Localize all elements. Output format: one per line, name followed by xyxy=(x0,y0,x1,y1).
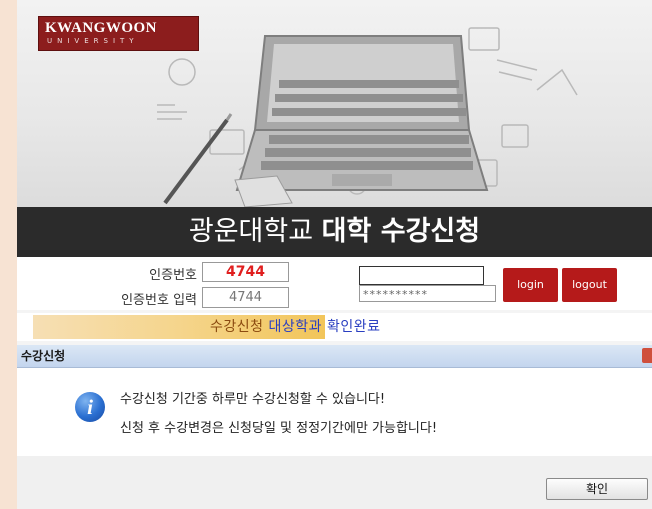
banner-text-part2: 대상학과 확인완료 xyxy=(263,319,381,335)
login-button[interactable]: login xyxy=(503,268,558,302)
dialog-titlebar[interactable]: 수강신청 xyxy=(17,345,652,368)
close-icon[interactable] xyxy=(642,348,652,363)
info-icon: i xyxy=(75,392,105,422)
password-input[interactable]: ********** xyxy=(359,285,496,302)
status-banner: 수강신청 대상학과 확인완료 xyxy=(17,313,652,341)
message-dialog: 수강신청 i 수강신청 기간중 하루만 수강신청할 수 있습니다! 신청 후 수… xyxy=(17,345,652,509)
banner-text: 수강신청 대상학과 확인완료 xyxy=(210,316,380,338)
dialog-message-line1: 수강신청 기간중 하루만 수강신청할 수 있습니다! xyxy=(120,392,386,407)
auth-code-display: 4744 xyxy=(202,262,289,282)
title-bold: 대학 수강신청 xyxy=(321,216,481,247)
logo-name: KWANGWOON xyxy=(45,20,158,36)
hero-banner: KWANGWOON UNIVERSITY xyxy=(17,0,652,207)
university-logo: KWANGWOON UNIVERSITY xyxy=(38,16,199,51)
dialog-message-line2: 신청 후 수강변경은 신청당일 및 정정기간에만 가능합니다! xyxy=(120,421,438,436)
dialog-body: i 수강신청 기간중 하루만 수강신청할 수 있습니다! 신청 후 수강변경은 … xyxy=(17,368,652,456)
page-frame: KWANGWOON UNIVERSITY 광운대학교 대학 수강신청 인증번호 … xyxy=(17,0,652,509)
page-title: 광운대학교 대학 수강신청 xyxy=(17,207,652,257)
logout-button[interactable]: logout xyxy=(562,268,617,302)
title-normal: 광운대학교 xyxy=(188,216,322,247)
code-label: 인증번호 xyxy=(149,268,197,283)
dialog-title: 수강신청 xyxy=(21,349,66,363)
logo-subtitle: UNIVERSITY xyxy=(47,37,139,45)
user-id-input[interactable] xyxy=(359,266,484,285)
auth-code-input[interactable]: 4744 xyxy=(202,287,289,308)
ok-button[interactable]: 확인 xyxy=(546,478,648,500)
banner-text-part1: 수강신청 xyxy=(210,319,264,335)
login-area: 인증번호 4744 인증번호 입력 4744 ********** login … xyxy=(17,257,652,310)
code-input-label: 인증번호 입력 xyxy=(121,293,197,308)
